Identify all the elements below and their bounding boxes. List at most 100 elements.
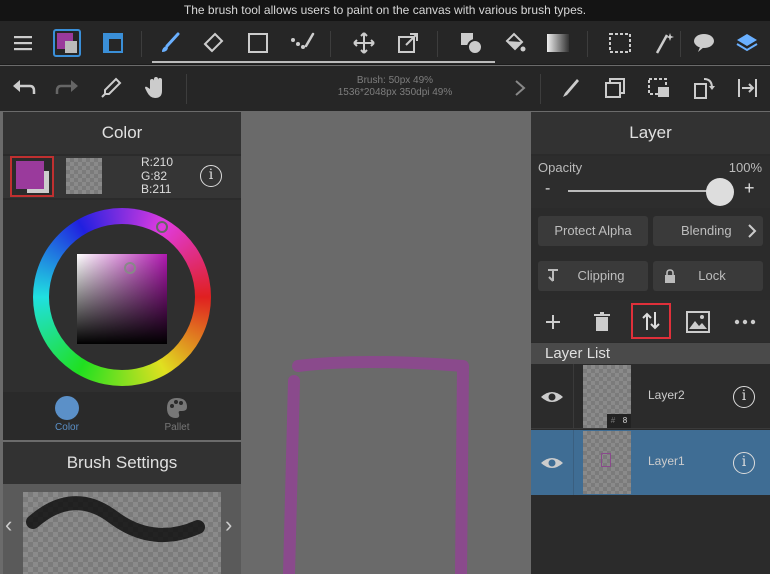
hand-icon[interactable] bbox=[140, 73, 170, 103]
canvas-drawing bbox=[283, 356, 469, 574]
opacity-increase-button[interactable]: + bbox=[744, 178, 755, 199]
copy-icon[interactable] bbox=[600, 73, 630, 103]
palette-icon bbox=[167, 398, 187, 418]
speech-bubble-icon[interactable] bbox=[689, 28, 719, 58]
tab-pallet[interactable]: Pallet bbox=[147, 396, 207, 433]
layers-icon[interactable] bbox=[732, 28, 762, 58]
color-picker bbox=[3, 200, 241, 392]
layer-badge: # 8 bbox=[607, 414, 631, 428]
green-value: G:82 bbox=[141, 168, 168, 183]
layer-thumbnail bbox=[583, 431, 631, 494]
chevron-right-icon bbox=[748, 224, 757, 238]
move-icon[interactable] bbox=[349, 28, 379, 58]
eye-icon[interactable] bbox=[540, 389, 564, 405]
color-tabs: Color Pallet bbox=[3, 392, 241, 440]
layer-name: Layer1 bbox=[648, 454, 685, 468]
layer-row[interactable]: # 8 Layer2 i bbox=[531, 364, 770, 429]
hue-handle[interactable] bbox=[156, 221, 168, 233]
eyedropper-icon[interactable] bbox=[96, 73, 126, 103]
blending-button[interactable]: Blending bbox=[653, 216, 763, 246]
red-value: R:210 bbox=[141, 155, 174, 169]
tab-pallet-label: Pallet bbox=[164, 422, 190, 433]
delete-layer-button[interactable] bbox=[585, 306, 619, 338]
toolbar-divider bbox=[186, 74, 187, 104]
drawing-canvas[interactable] bbox=[241, 111, 530, 574]
menu-icon[interactable] bbox=[8, 28, 38, 58]
selection-icon[interactable] bbox=[605, 28, 635, 58]
layer-info-button[interactable]: i bbox=[733, 452, 755, 474]
brush-next-button[interactable]: › bbox=[225, 512, 232, 538]
layer-info-button[interactable]: i bbox=[733, 386, 755, 408]
color-panel-title: Color bbox=[3, 112, 241, 154]
image-icon bbox=[686, 311, 710, 333]
transparent-swatch[interactable] bbox=[66, 158, 102, 194]
layer-panel-icon[interactable] bbox=[98, 28, 128, 58]
brush-icon[interactable] bbox=[155, 28, 185, 58]
color-swatch[interactable] bbox=[10, 156, 54, 197]
color-info-button[interactable]: i bbox=[200, 165, 222, 187]
brush-settings-title[interactable]: Brush Settings bbox=[3, 442, 241, 484]
color-panel: Color R:210 G:82 B:211 i Color Pallet bbox=[3, 112, 241, 440]
tooltip-bar: The brush tool allows users to paint on … bbox=[0, 0, 770, 21]
import-image-button[interactable] bbox=[681, 306, 715, 338]
more-options-button[interactable] bbox=[728, 306, 762, 338]
eye-icon[interactable] bbox=[540, 455, 564, 471]
toolbar-divider bbox=[587, 31, 588, 57]
brush-info: Brush: 50px 49% 1536*2048px 350dpi 49% bbox=[300, 75, 490, 99]
left-panel: Color R:210 G:82 B:211 i Color Pallet Br… bbox=[3, 112, 241, 574]
tab-color[interactable]: Color bbox=[37, 396, 97, 433]
layer-thumbnail: # 8 bbox=[583, 365, 631, 428]
gradient-icon[interactable] bbox=[543, 28, 573, 58]
toolbar-divider bbox=[680, 31, 681, 57]
sv-handle[interactable] bbox=[124, 262, 136, 274]
protect-alpha-button[interactable]: Protect Alpha bbox=[538, 216, 648, 246]
flip-icon[interactable] bbox=[733, 73, 763, 103]
layer-row-selected[interactable]: Layer1 i bbox=[531, 430, 770, 495]
thumbnail-drawing bbox=[601, 453, 611, 467]
opacity-decrease-button[interactable]: - bbox=[545, 180, 550, 198]
blue-value: B:211 bbox=[141, 182, 172, 196]
rectangle-icon[interactable] bbox=[243, 28, 273, 58]
fill-bucket-icon[interactable] bbox=[499, 28, 529, 58]
add-layer-button[interactable] bbox=[536, 306, 570, 338]
transform-icon[interactable] bbox=[393, 28, 423, 58]
swap-arrows-icon bbox=[642, 312, 660, 330]
shape-icon[interactable] bbox=[456, 28, 486, 58]
blending-label: Blending bbox=[681, 223, 732, 238]
chevron-right-icon[interactable] bbox=[505, 73, 535, 103]
lock-icon bbox=[665, 269, 675, 283]
reorder-layer-button[interactable] bbox=[631, 303, 671, 339]
layer-panel: Layer Opacity 100% - + Protect Alpha Ble… bbox=[531, 112, 770, 574]
saturation-value-square[interactable] bbox=[77, 254, 167, 344]
brush-prev-button[interactable]: ‹ bbox=[5, 512, 12, 538]
opacity-label: Opacity bbox=[538, 160, 583, 175]
color-swatch-icon[interactable] bbox=[52, 28, 82, 58]
clipping-label: Clipping bbox=[577, 268, 625, 283]
eraser-icon[interactable] bbox=[198, 28, 228, 58]
clipping-icon bbox=[548, 269, 558, 282]
layer-row-divider bbox=[573, 364, 574, 429]
magic-wand-icon[interactable] bbox=[648, 28, 678, 58]
rotate-icon[interactable] bbox=[689, 73, 719, 103]
swatch-row: R:210 G:82 B:211 i bbox=[3, 155, 241, 198]
lock-button[interactable]: Lock bbox=[653, 261, 763, 291]
rgb-readout: R:210 G:82 B:211 bbox=[141, 155, 174, 197]
active-group-underline bbox=[152, 61, 495, 63]
selection-copy-icon[interactable] bbox=[644, 73, 674, 103]
redo-icon[interactable] bbox=[52, 73, 82, 103]
layer-list-header: Layer List bbox=[531, 343, 770, 364]
pen-icon[interactable] bbox=[555, 73, 585, 103]
undo-icon[interactable] bbox=[9, 73, 39, 103]
brush-preview-canvas bbox=[23, 492, 221, 574]
more-icon bbox=[734, 319, 756, 325]
toolbar-divider bbox=[540, 74, 541, 104]
main-toolbar bbox=[0, 21, 770, 65]
opacity-value: 100% bbox=[728, 160, 762, 175]
toolbar-divider bbox=[437, 31, 438, 57]
opacity-slider-handle[interactable] bbox=[706, 178, 734, 206]
clipping-button[interactable]: Clipping bbox=[538, 261, 648, 291]
opacity-control: Opacity 100% - + bbox=[531, 156, 770, 208]
dot-brush-icon[interactable] bbox=[287, 28, 317, 58]
app-root: The brush tool allows users to paint on … bbox=[0, 0, 770, 574]
layer-badge-right: 8 bbox=[622, 416, 628, 425]
